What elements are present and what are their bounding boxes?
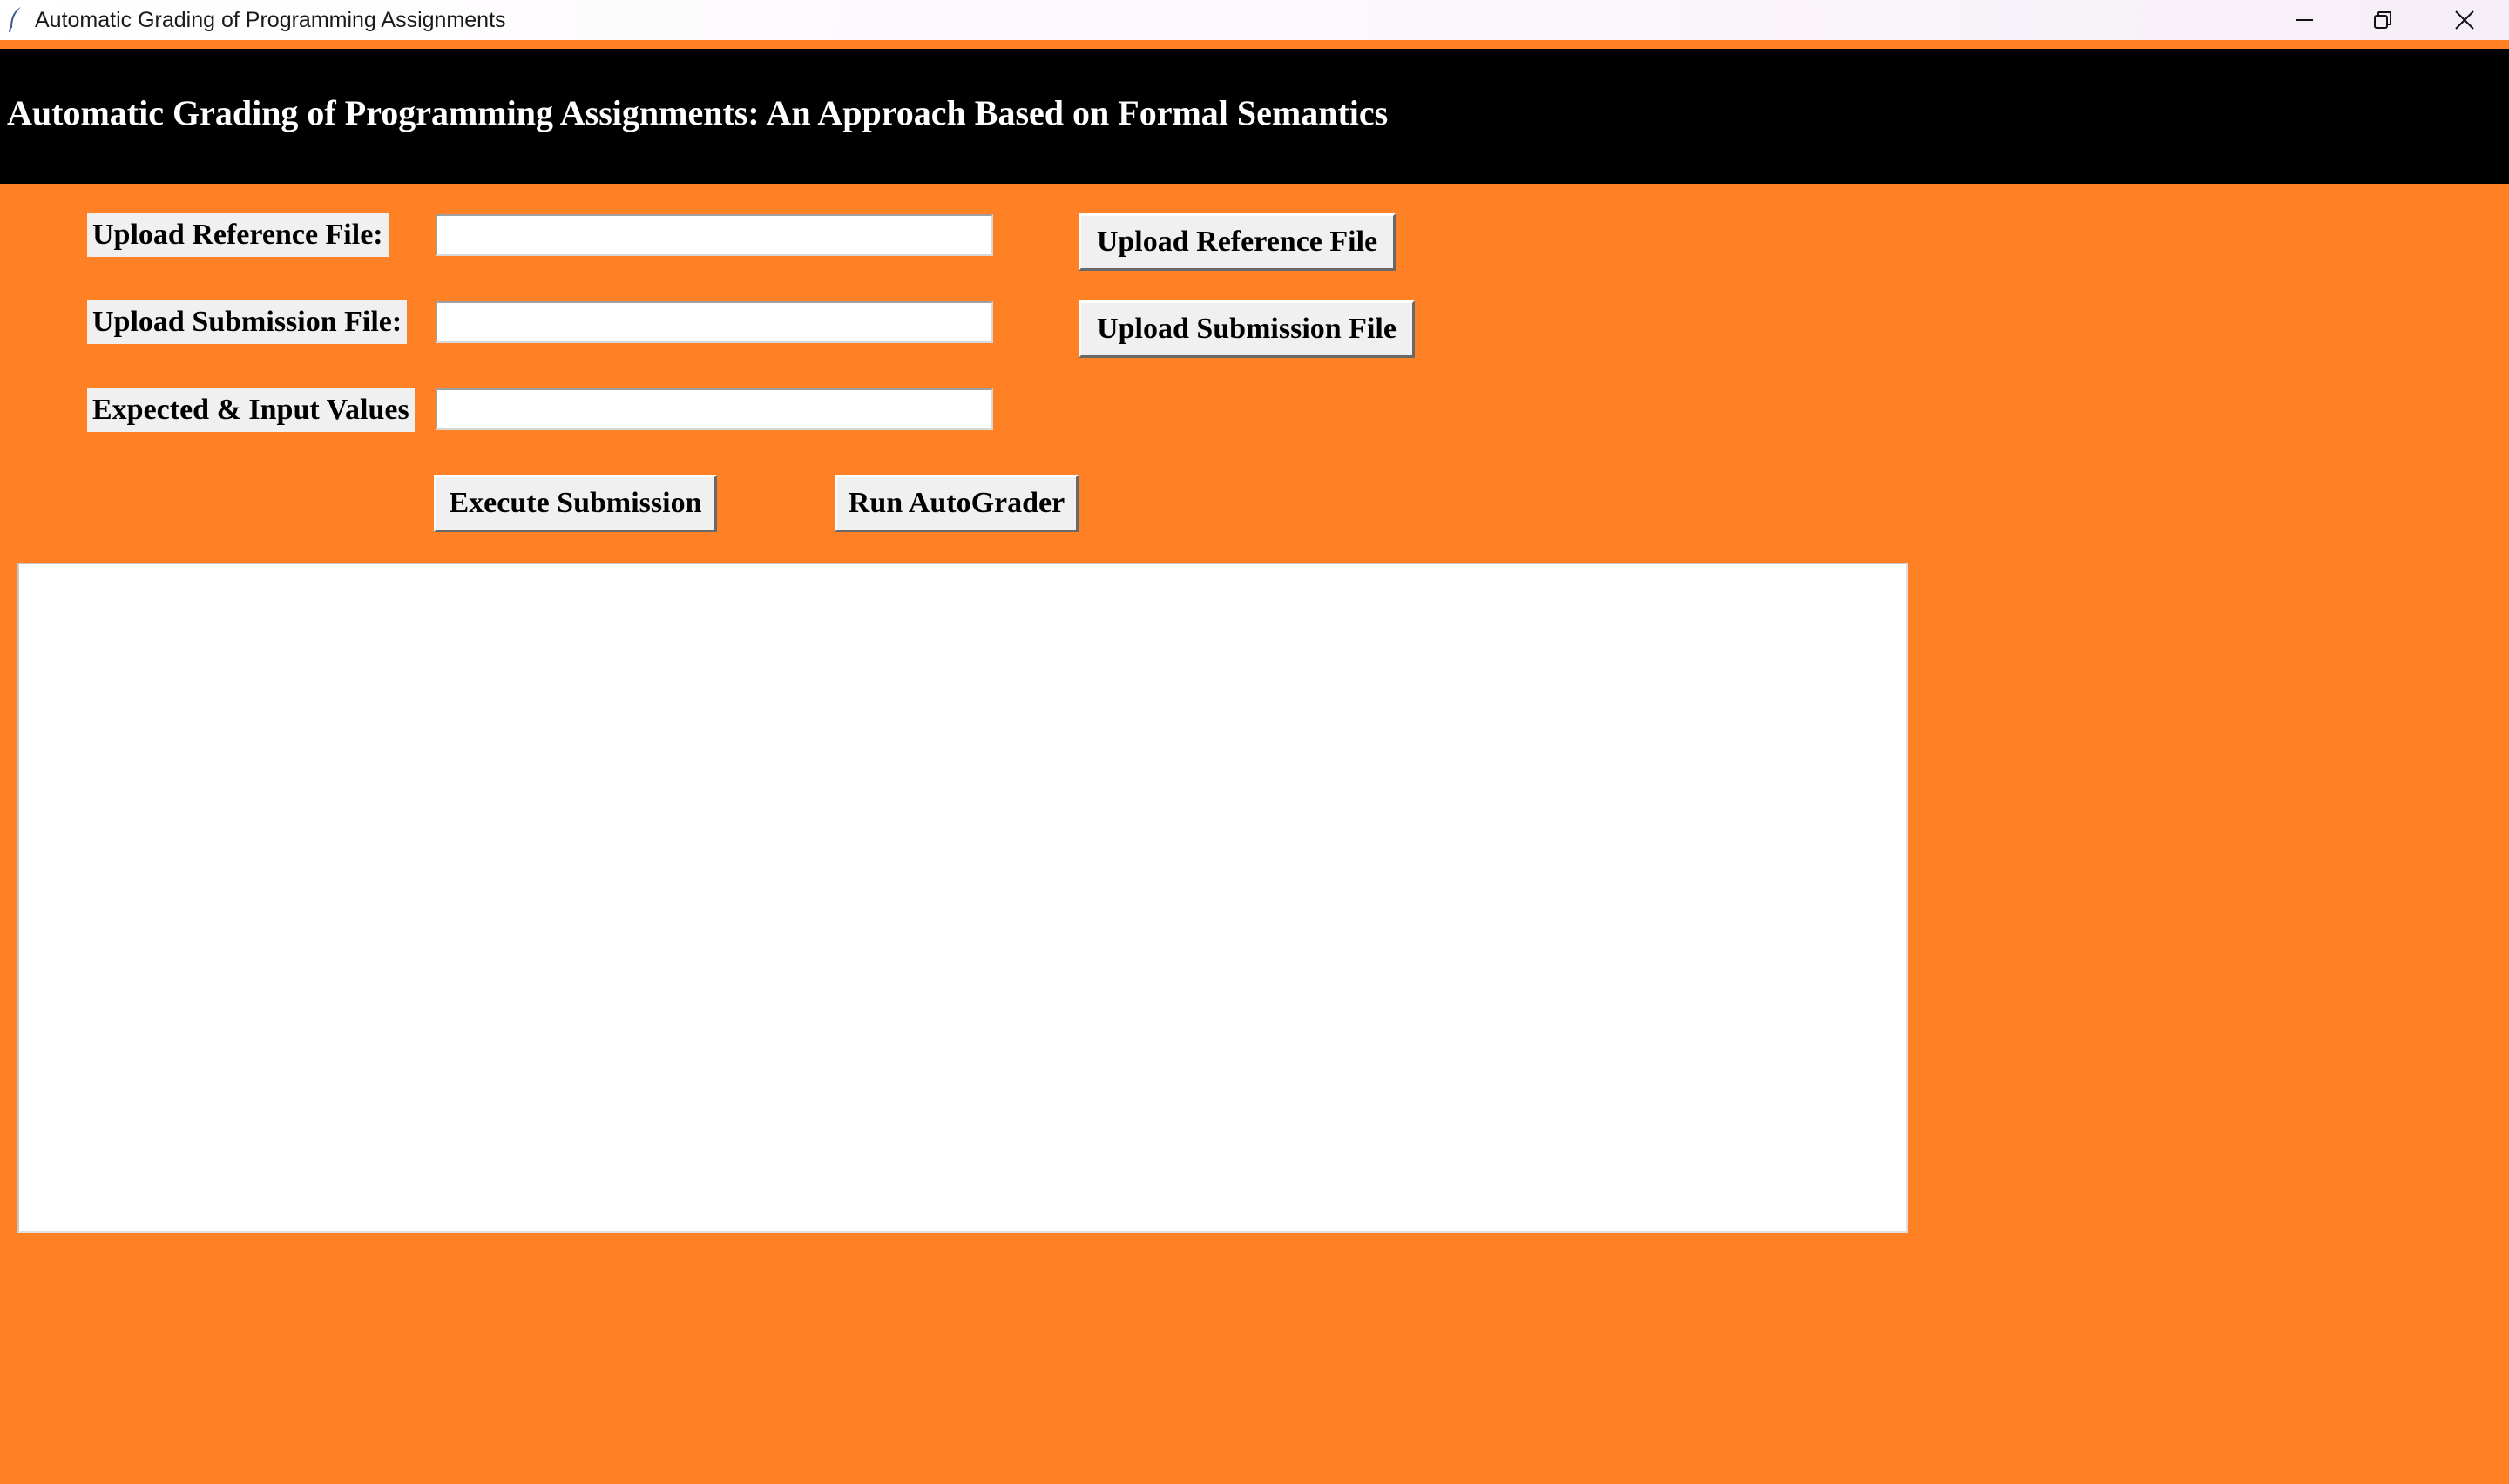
close-button[interactable] xyxy=(2425,0,2504,40)
title-bar: Automatic Grading of Programming Assignm… xyxy=(0,0,2509,49)
feather-icon xyxy=(7,5,24,33)
reference-file-label: Upload Reference File: xyxy=(87,213,389,257)
upload-reference-button[interactable]: Upload Reference File xyxy=(1079,213,1396,271)
execute-submission-button[interactable]: Execute Submission xyxy=(434,475,717,532)
restore-icon xyxy=(2373,10,2392,30)
minimize-icon xyxy=(2296,11,2313,29)
output-text-area[interactable] xyxy=(17,563,1908,1233)
page-title: Automatic Grading of Programming Assignm… xyxy=(7,93,1389,132)
submission-file-label: Upload Submission File: xyxy=(87,300,408,344)
restore-button[interactable] xyxy=(2343,0,2422,40)
app-window: Automatic Grading of Programming Assignm… xyxy=(0,0,2509,1484)
submission-file-input[interactable] xyxy=(436,301,993,343)
expected-input-values-label: Expected & Input Values xyxy=(87,388,415,432)
reference-file-input[interactable] xyxy=(436,214,993,256)
upload-submission-button[interactable]: Upload Submission File xyxy=(1079,300,1415,358)
close-icon xyxy=(2455,10,2474,30)
minimize-button[interactable] xyxy=(2265,0,2343,40)
window-title: Automatic Grading of Programming Assignm… xyxy=(35,8,506,32)
expected-input-values-input[interactable] xyxy=(436,388,993,430)
run-autograder-button[interactable]: Run AutoGrader xyxy=(835,475,1079,532)
